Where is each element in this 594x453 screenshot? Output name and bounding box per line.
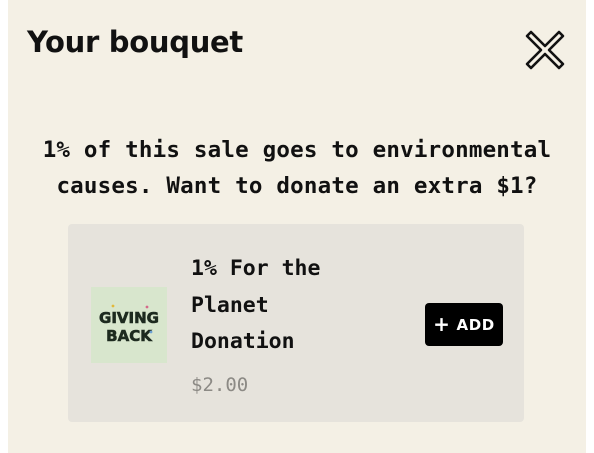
- close-button[interactable]: [522, 27, 568, 73]
- product-name-line: Donation: [191, 329, 295, 354]
- add-button-label: ADD: [456, 315, 495, 334]
- logo-dot: [145, 305, 149, 309]
- logo-dot: [111, 304, 115, 308]
- logo-dot: [149, 330, 153, 334]
- giving-back-logo-line: BACK: [106, 327, 153, 345]
- plus-icon: +: [433, 311, 451, 336]
- giving-back-logo-line: GIVING: [99, 309, 159, 327]
- donation-message-line: causes. Want to donate an extra $1?: [56, 173, 538, 199]
- product-name: 1% For the Planet Donation: [191, 251, 411, 361]
- panel-title: Your bouquet: [27, 25, 243, 59]
- product-price: $2.00: [191, 374, 249, 396]
- giving-back-thumbnail: GIVING BACK: [91, 287, 167, 363]
- giving-back-logo: GIVING BACK: [99, 304, 159, 345]
- product-name-line: Planet: [191, 292, 269, 318]
- product-name-line: 1% For the: [191, 256, 321, 281]
- donation-message: 1% of this sale goes to environmental ca…: [8, 132, 586, 204]
- donation-message-line: 1% of this sale goes to environmental: [42, 137, 552, 163]
- close-icon: [525, 30, 565, 70]
- donation-card: GIVING BACK 1% For the Planet Donation $…: [68, 224, 524, 422]
- bouquet-panel: Your bouquet 1% of this sale goes to env…: [8, 0, 586, 453]
- add-button[interactable]: + ADD: [425, 303, 503, 346]
